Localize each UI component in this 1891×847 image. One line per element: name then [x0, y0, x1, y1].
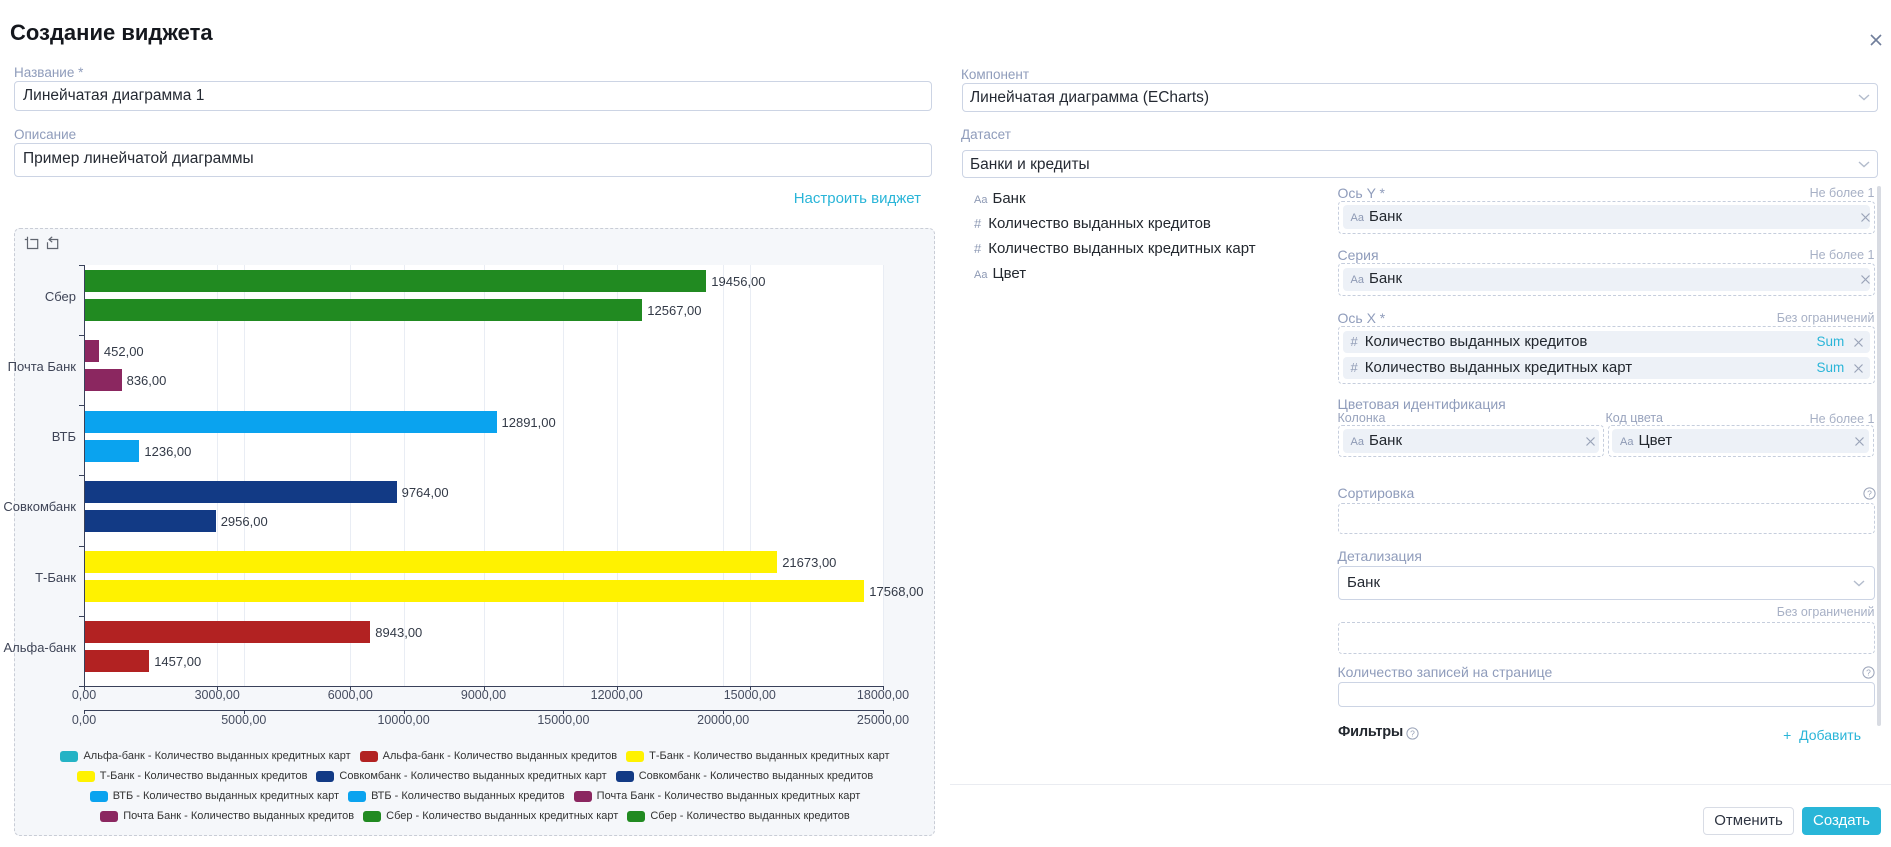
svg-text:?: ? [1410, 728, 1415, 738]
svg-text:?: ? [1866, 667, 1871, 677]
svg-text:?: ? [1867, 488, 1872, 498]
